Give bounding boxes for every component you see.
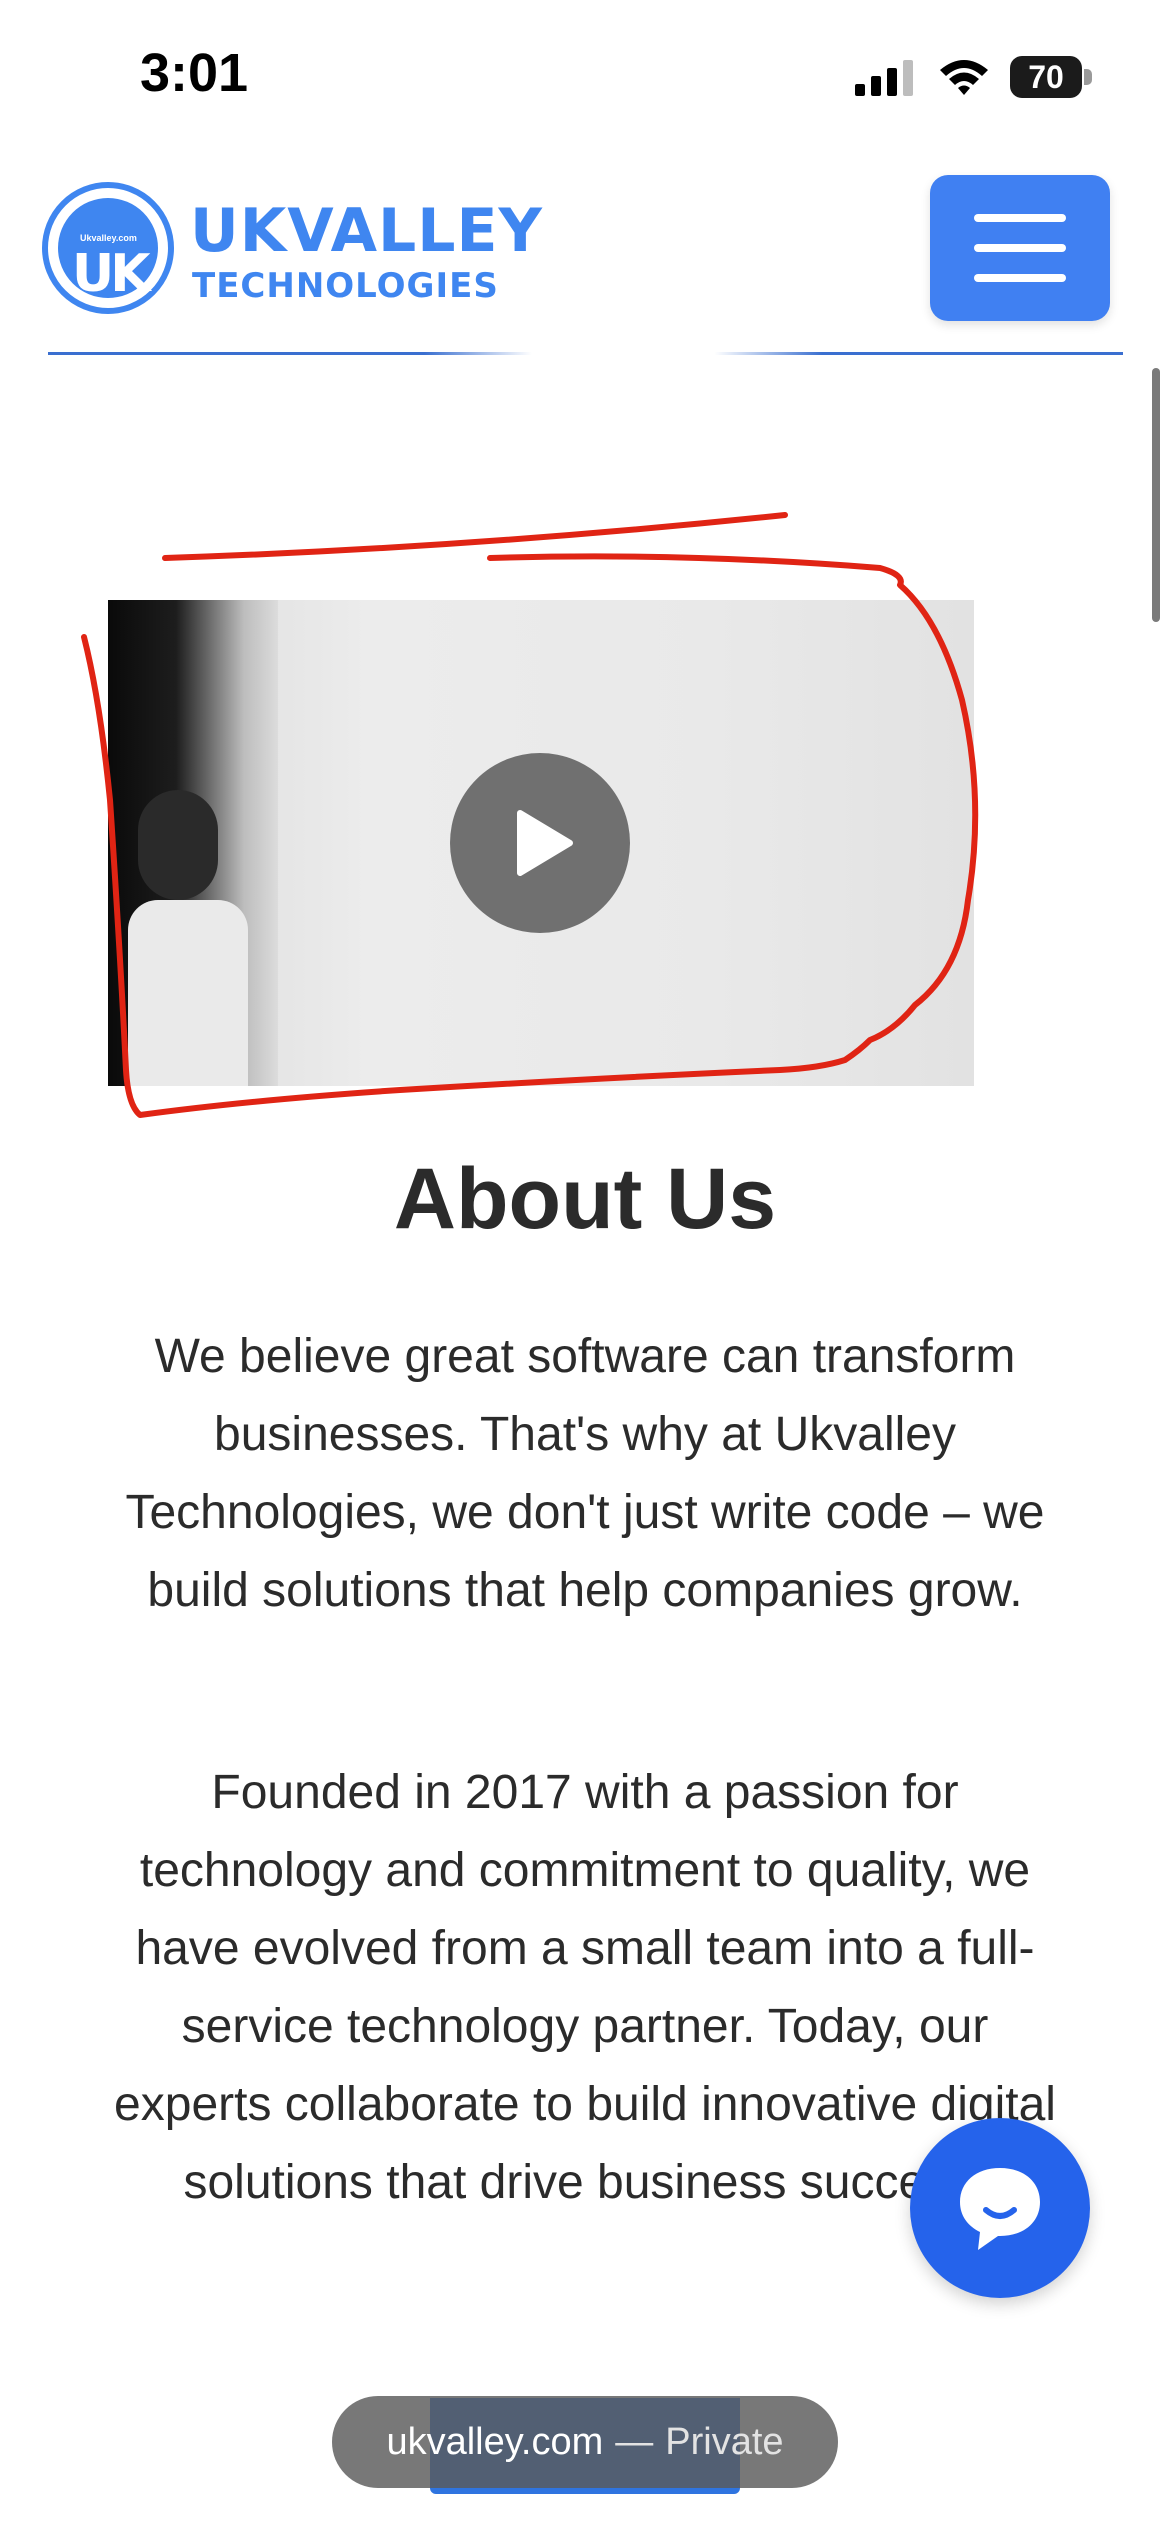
logo-mini-text: Ukvalley.com <box>80 233 137 243</box>
chat-bubble-icon <box>960 2168 1040 2250</box>
logo-subtitle: TECHNOLOGIES <box>192 266 499 306</box>
url-domain: ukvalley.com <box>386 2420 604 2463</box>
header-divider <box>48 352 1123 355</box>
site-logo[interactable]: Ukvalley.com UK UKVALLEY TECHNOLOGIES <box>42 182 542 322</box>
battery-icon: 70 <box>1010 56 1092 98</box>
scrollbar[interactable] <box>1152 368 1160 622</box>
logo-name: UKVALLEY <box>190 196 543 266</box>
video-thumbnail-person <box>108 600 278 1086</box>
url-separator: — <box>615 2420 654 2463</box>
url-bar[interactable]: ukvalley.com — Private <box>332 2396 838 2488</box>
logo-monogram: UK <box>72 244 151 304</box>
status-time: 3:01 <box>140 43 249 103</box>
battery-level: 70 <box>1010 56 1082 98</box>
private-mode-label: Private <box>665 2420 784 2463</box>
wifi-icon <box>940 60 988 95</box>
status-bar: 3:01 70 <box>0 0 1170 150</box>
about-video[interactable] <box>108 600 974 1086</box>
about-paragraph-2: Founded in 2017 with a passion for techn… <box>114 1766 1056 2209</box>
chat-button[interactable] <box>910 2118 1090 2298</box>
hamburger-icon <box>974 214 1066 222</box>
about-title: About Us <box>393 1151 777 1247</box>
menu-button[interactable] <box>930 175 1110 321</box>
logo-emblem: Ukvalley.com UK <box>42 182 174 314</box>
play-icon <box>517 810 573 876</box>
about-paragraph-1: We believe great software can transform … <box>125 1330 1045 1617</box>
signal-icon <box>855 60 913 96</box>
play-button[interactable] <box>450 753 630 933</box>
